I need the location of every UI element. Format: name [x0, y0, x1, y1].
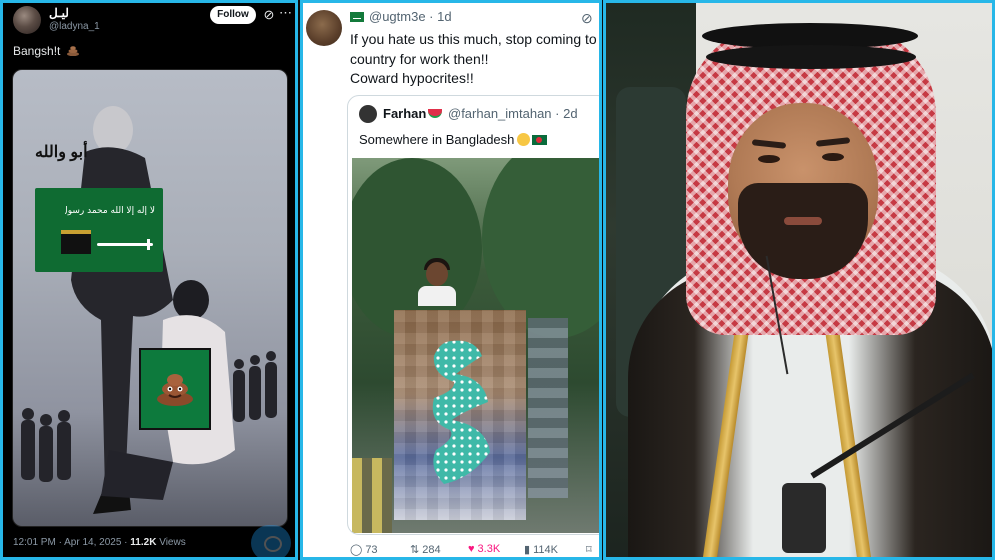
display-name[interactable]: ليـل [49, 6, 69, 20]
grok-icon[interactable]: ⊘ [261, 7, 277, 23]
views-button[interactable]: ▮ 114K [524, 543, 558, 556]
portrait-photo[interactable] [603, 0, 995, 560]
quoted-handle[interactable]: @farhan_imtahan · 2d [448, 106, 578, 121]
kaaba-icon [61, 230, 91, 254]
views-count: 114K [533, 544, 558, 556]
tweet-text-line: If you hate us this much, stop coming to… [350, 31, 602, 47]
reply-icon: ◯ [350, 544, 363, 556]
tweet-meta: 12:01 PM · Apr 14, 2025 · 11.2K Views [13, 537, 186, 548]
sword-hilt [147, 239, 150, 250]
tweet-action-bar: ◯ 73 ⇅ 284 ♥ 3.3K ▮ 114K ⌑ [350, 543, 599, 557]
avatar[interactable] [306, 10, 342, 46]
quoted-text: Somewhere in Bangladesh [359, 132, 548, 147]
like-button[interactable]: ♥ 3.3K [468, 543, 500, 555]
smile-emoji-icon [517, 133, 531, 146]
tweet-panel-left: ليـل @ladyna_1 Follow ⊘ ⋯ Bangsh!t أبو و… [0, 0, 298, 560]
heart-icon: ♥ [468, 543, 475, 555]
quoted-tweet[interactable]: Farhan @farhan_imtahan · 2d Somewhere in… [347, 95, 599, 535]
girl-body [418, 286, 456, 306]
eye [758, 155, 780, 163]
like-count: 3.3K [477, 543, 501, 555]
poop-emoji-icon [66, 46, 79, 56]
flag-shahada-text: لا إله إلا الله محمد رسول الله [65, 206, 155, 216]
repost-button[interactable]: ⇅ 284 [410, 543, 441, 556]
illustration-figures [21, 106, 277, 514]
eye [822, 153, 844, 161]
repost-icon: ⇅ [410, 544, 420, 556]
repost-count: 284 [422, 544, 441, 556]
more-icon[interactable]: ⋯ [279, 5, 292, 21]
pixelated-area [352, 458, 392, 533]
views-icon: ▮ [524, 544, 531, 556]
tweet-text-line: country for work then!! [350, 51, 489, 67]
views-count: 11.2K [130, 537, 157, 548]
tweet-media-image[interactable]: أبو والله لا إله إلا الله محمد رسول الله [12, 69, 288, 527]
bangladesh-flag-icon [532, 135, 548, 145]
grok-icon[interactable]: ⊘ [581, 10, 593, 27]
avatar[interactable] [359, 105, 377, 123]
reply-count: 73 [365, 544, 378, 556]
microphone-base [782, 483, 826, 553]
views-label: Views [156, 537, 186, 548]
user-handle[interactable]: @ugtm3e · 1d [369, 9, 452, 24]
quoted-photo[interactable] [352, 158, 599, 533]
tweet-text-content: Bangsh!t [13, 44, 61, 58]
chat-fab-icon[interactable] [251, 525, 291, 557]
sword-icon [97, 243, 153, 246]
quoted-display-name[interactable]: Farhan [383, 106, 443, 121]
reply-button[interactable]: ◯ 73 [350, 543, 378, 556]
girl-head [426, 262, 448, 286]
user-handle[interactable]: @ladyna_1 [49, 21, 100, 32]
quoted-text-content: Somewhere in Bangladesh [359, 132, 515, 147]
tweet-panel-middle: @ugtm3e · 1d ⊘ If you hate us this much,… [300, 0, 602, 560]
saudi-flag-icon [350, 12, 364, 22]
poop-overlay-box [139, 348, 211, 430]
tweet-text-line: Coward hypocrites!! [350, 70, 474, 86]
mouth [784, 217, 822, 225]
dotted-censor-blob [432, 340, 490, 484]
image-arabic-caption: أبو والله [35, 144, 88, 161]
avatar[interactable] [13, 6, 41, 34]
tweet-header: ليـل @ladyna_1 Follow ⊘ ⋯ [3, 3, 295, 39]
black-agal-cord [706, 45, 916, 69]
follow-button[interactable]: Follow [210, 6, 256, 24]
bookmark-icon[interactable]: ⌑ [586, 543, 592, 556]
poop-emoji-icon [157, 374, 193, 406]
tweet-text: Bangsh!t [13, 44, 79, 58]
quoted-name-text: Farhan [383, 106, 427, 121]
saudi-flag-icon: لا إله إلا الله محمد رسول الله [35, 188, 163, 272]
watermelon-emoji-icon [428, 109, 443, 118]
timestamp[interactable]: 12:01 PM · Apr 14, 2025 · [13, 537, 130, 548]
pixelated-area [528, 318, 568, 498]
